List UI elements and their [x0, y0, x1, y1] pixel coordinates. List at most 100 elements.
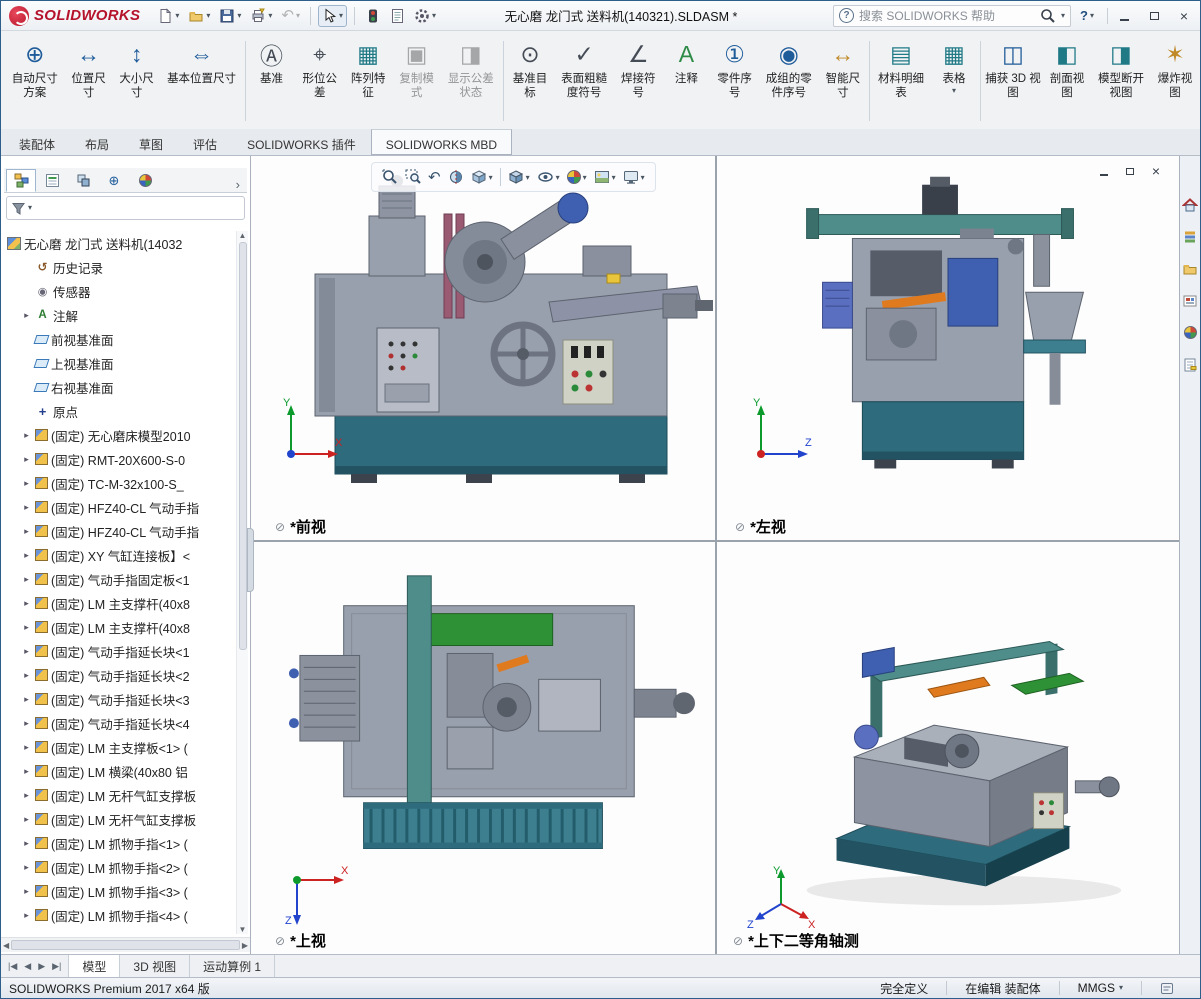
tree-item[interactable]: ▸ (固定) 气动手指固定板<1	[3, 567, 235, 591]
viewport-horizontal-divider[interactable]	[251, 540, 1179, 542]
tree-item[interactable]: ▸ (固定) LM 主支撑板<1> (	[3, 735, 235, 759]
first-tab-button[interactable]: |◀	[6, 960, 19, 973]
ribbon-button[interactable]: ▤ 材料明细表	[872, 33, 930, 129]
expand-arrow-icon[interactable]: ▸	[21, 310, 32, 321]
tree-item[interactable]: ▸ (固定) LM 无杆气缸支撑板	[3, 807, 235, 831]
scroll-down-icon[interactable]: ▼	[239, 925, 247, 934]
tree-item[interactable]: ▸ (固定) 气动手指延长块<1	[3, 639, 235, 663]
open-button[interactable]: ▾	[185, 6, 213, 26]
expand-arrow-icon[interactable]: ▸	[21, 718, 32, 729]
ribbon-button[interactable]: ↔ 智能尺寸	[819, 33, 867, 129]
view-tab[interactable]: 模型	[69, 955, 121, 977]
tree-item[interactable]: ▸ (固定) LM 抓物手指<3> (	[3, 879, 235, 903]
displaymanager-tab[interactable]	[130, 169, 160, 192]
close-button[interactable]: ×	[1176, 8, 1192, 24]
isometric-view-quadrant[interactable]: Y X Z ⊘ *上下二等角轴测	[717, 542, 1179, 954]
tree-item[interactable]: ▸ (固定) 气动手指延长块<4	[3, 711, 235, 735]
ribbon-button[interactable]: ① 零件序号	[710, 33, 758, 129]
expand-arrow-icon[interactable]: ▸	[21, 598, 32, 609]
print-button[interactable]: ▾	[247, 6, 275, 26]
ribbon-button[interactable]: ⊙ 基准目标	[506, 33, 554, 129]
help-search-box[interactable]: ? ▾	[833, 4, 1072, 27]
ribbon-button[interactable]: ↔ 位置尺寸	[65, 33, 113, 129]
rebuild-button[interactable]	[362, 6, 384, 26]
undo-button[interactable]: ↶ ▾	[278, 6, 303, 25]
file-properties-button[interactable]	[387, 6, 408, 26]
previous-view-button[interactable]: ↶	[428, 170, 441, 185]
command-tab[interactable]: 布局	[70, 129, 124, 155]
ribbon-button[interactable]: ↕ 大小尺寸	[113, 33, 161, 129]
options-button[interactable]: ▾	[411, 6, 439, 26]
scrollbar-thumb[interactable]	[238, 242, 247, 650]
hide-show-items-button[interactable]: ▾	[537, 169, 560, 185]
filter-caret-icon[interactable]: ▾	[28, 204, 32, 212]
expand-arrow-icon[interactable]: ▸	[21, 622, 32, 633]
zoom-fit-button[interactable]	[382, 169, 398, 185]
command-tab[interactable]: SOLIDWORKS 插件	[232, 129, 371, 155]
view-palette-tab[interactable]	[1182, 292, 1199, 309]
tree-item[interactable]: 右视基准面	[3, 375, 235, 399]
tree-item[interactable]: ↺ 历史记录	[3, 255, 235, 279]
ribbon-button[interactable]: ▦ 阵列特征	[344, 33, 392, 129]
expand-arrow-icon[interactable]: ▸	[21, 646, 32, 657]
zoom-area-button[interactable]	[405, 169, 421, 185]
new-document-button[interactable]: ▾	[155, 6, 182, 26]
front-view-quadrant[interactable]: Y X ⊘ *前视	[251, 156, 715, 540]
unit-system-selector[interactable]: MMGS ▾	[1060, 981, 1141, 995]
expand-arrow-icon[interactable]: ▸	[21, 454, 32, 465]
minimize-button[interactable]	[1116, 8, 1132, 24]
featuremanager-tab[interactable]	[6, 169, 36, 192]
expand-arrow-icon[interactable]: ▸	[21, 886, 32, 897]
tree-item[interactable]: ▸ (固定) LM 抓物手指<4> (	[3, 903, 235, 927]
configurationmanager-tab[interactable]	[68, 169, 98, 192]
left-view-model[interactable]	[717, 156, 1179, 540]
tree-item[interactable]: ▸ (固定) LM 横梁(40x80 铝	[3, 759, 235, 783]
appearances-tab[interactable]	[1182, 324, 1199, 341]
propertymanager-tab[interactable]	[37, 169, 67, 192]
command-tab[interactable]: 草图	[124, 129, 178, 155]
tree-item[interactable]: ▸ (固定) TC-M-32x100-S_	[3, 471, 235, 495]
expand-arrow-icon[interactable]: ▸	[21, 670, 32, 681]
help-search-input[interactable]	[859, 8, 1036, 23]
ribbon-button[interactable]: ∠ 焊接符号	[614, 33, 662, 129]
front-view-model[interactable]	[251, 156, 715, 540]
tree-item[interactable]: + 原点	[3, 399, 235, 423]
display-style-button[interactable]: ▾	[508, 169, 530, 185]
expand-arrow-icon[interactable]: ▸	[21, 430, 32, 441]
tree-horizontal-scrollbar[interactable]: ◀ ▶	[1, 937, 250, 952]
ribbon-button[interactable]: ⊕ 自动尺寸方案	[5, 33, 65, 129]
command-tab[interactable]: SOLIDWORKS MBD	[370, 129, 513, 155]
expand-arrow-icon[interactable]: ▸	[21, 910, 32, 921]
ribbon-button[interactable]: ◉ 成组的零件序号	[759, 33, 819, 129]
view-settings-button[interactable]: ▾	[623, 169, 645, 185]
left-view-quadrant[interactable]: Y Z ⊘ *左视	[717, 156, 1179, 540]
ribbon-button[interactable]: ◫ 捕获 3D 视图	[983, 33, 1043, 129]
ribbon-button[interactable]: ◨ 显示公差状态	[441, 33, 501, 129]
ribbon-button[interactable]: Ⓐ 基准	[248, 33, 296, 129]
view-tab[interactable]: 3D 视图	[120, 955, 191, 977]
expand-tabs-chevron[interactable]: ›	[231, 177, 245, 192]
tree-item[interactable]: ▸ (固定) LM 主支撑杆(40x8	[3, 615, 235, 639]
apply-scene-button[interactable]: ▾	[594, 169, 616, 185]
tree-item[interactable]: ▸ (固定) XY 气缸连接板】<	[3, 543, 235, 567]
tree-item[interactable]: ▸ (固定) RMT-20X600-S-0	[3, 447, 235, 471]
expand-arrow-icon[interactable]: ▸	[21, 526, 32, 537]
tree-item[interactable]: ▸ (固定) LM 抓物手指<2> (	[3, 855, 235, 879]
scroll-up-icon[interactable]: ▲	[239, 231, 247, 240]
help-menu-button[interactable]: ? ▾	[1074, 8, 1100, 23]
solidworks-resources-tab[interactable]	[1182, 196, 1199, 213]
search-icon[interactable]	[1040, 8, 1056, 24]
graphics-viewport[interactable]: ↶ ▾ ▾ ▾ ▾ ▾ ▾ × Y X ⊘ *前视 Y Z ⊘ *左视 X Z …	[251, 156, 1179, 954]
ribbon-button[interactable]: A 注释	[662, 33, 710, 129]
ribbon-button[interactable]: ▣ 复制模式	[392, 33, 440, 129]
document-close-button[interactable]: ×	[1149, 164, 1163, 178]
prev-tab-button[interactable]: ◀	[22, 960, 33, 973]
tree-item[interactable]: ▸ (固定) 气动手指延长块<2	[3, 663, 235, 687]
expand-arrow-icon[interactable]: ▸	[21, 862, 32, 873]
tree-item[interactable]: ▸ (固定) LM 无杆气缸支撑板	[3, 783, 235, 807]
panel-splitter-handle[interactable]	[247, 528, 254, 592]
featuremanager-filter-input[interactable]: ▾	[6, 196, 245, 220]
expand-arrow-icon[interactable]: ▸	[21, 550, 32, 561]
tree-item[interactable]: ▸ (固定) 气动手指延长块<3	[3, 687, 235, 711]
tree-root-item[interactable]: 无心磨 龙门式 送料机(14032	[3, 231, 235, 255]
